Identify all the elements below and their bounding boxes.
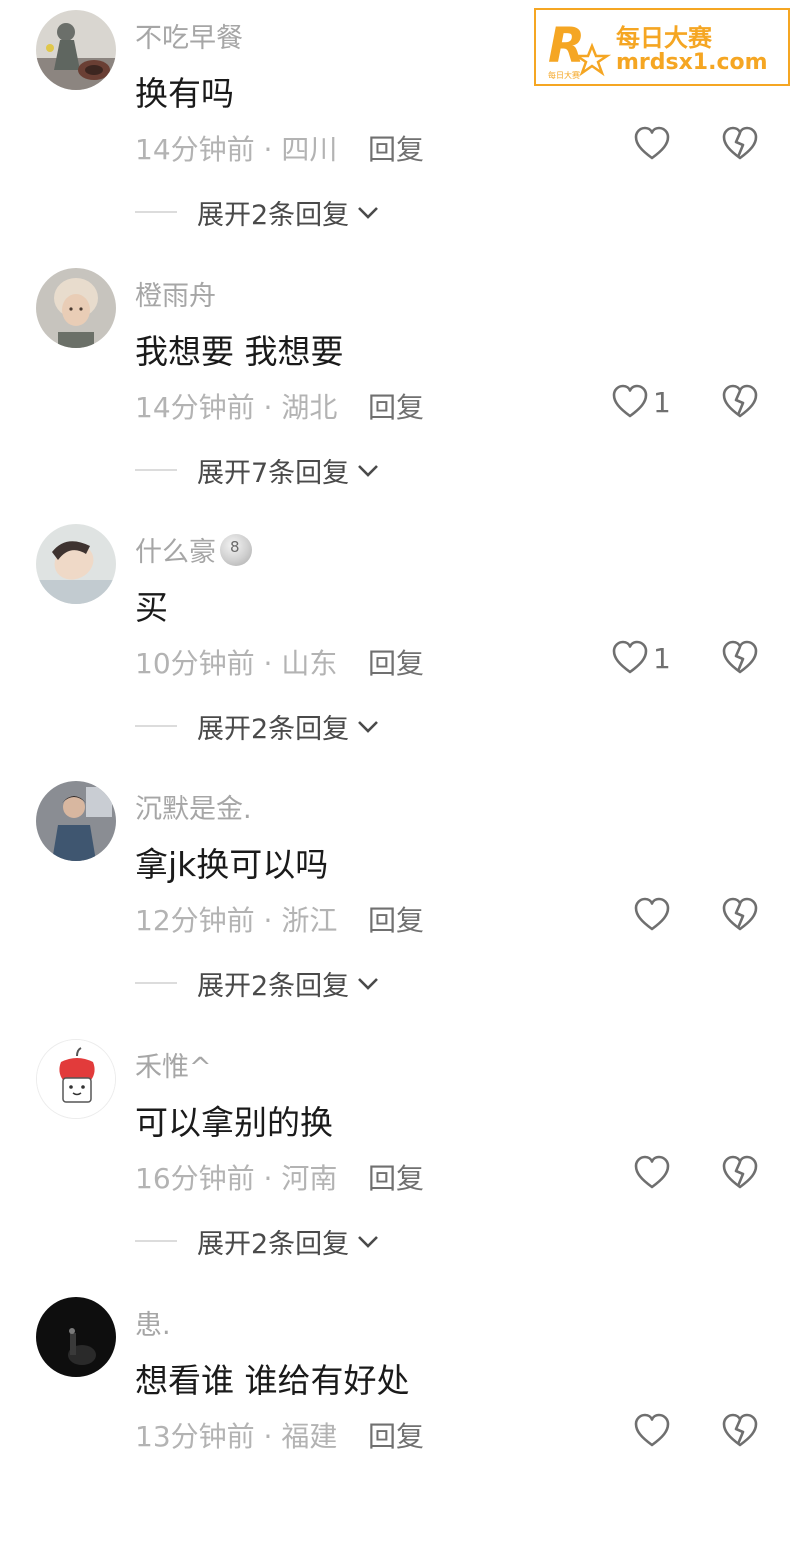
- chevron-down-icon: [358, 207, 379, 219]
- reply-button[interactable]: 回复: [368, 386, 424, 426]
- dislike-button[interactable]: [721, 125, 759, 167]
- cartoon-apple-icon: [37, 1040, 115, 1118]
- heart-icon: [612, 640, 648, 674]
- heart-icon: [634, 126, 670, 160]
- expand-replies-button[interactable]: 展开2条回复: [135, 1221, 381, 1261]
- username[interactable]: 什么豪: [135, 530, 252, 569]
- reply-button[interactable]: 回复: [368, 128, 424, 168]
- like-button[interactable]: [633, 1412, 675, 1450]
- dislike-button[interactable]: [721, 1412, 759, 1454]
- dislike-button[interactable]: [721, 383, 759, 425]
- like-count: 1: [653, 641, 671, 675]
- expand-replies-label: 展开2条回复: [197, 199, 350, 231]
- comment-meta: 12分钟前 · 浙江: [135, 904, 338, 937]
- username-text: 什么豪: [135, 537, 216, 568]
- like-button[interactable]: [633, 896, 675, 934]
- comment-item: 患. 想看谁 谁给有好处 13分钟前 · 福建 回复: [0, 1287, 800, 1545]
- comment-text: 换有吗: [135, 74, 234, 113]
- expand-replies-label: 展开7条回复: [197, 457, 350, 489]
- divider-line: [135, 469, 177, 471]
- divider-line: [135, 982, 177, 984]
- expand-replies-label: 展开2条回复: [197, 970, 350, 1002]
- expand-replies-label: 展开2条回复: [197, 713, 350, 745]
- comment-item: 不吃早餐 换有吗 14分钟前 · 四川 回复 展开2条回复: [0, 0, 800, 258]
- avatar[interactable]: [36, 1297, 116, 1377]
- comment-meta: 16分钟前 · 河南: [135, 1162, 338, 1195]
- comment-text: 想看谁 谁给有好处: [135, 1361, 410, 1400]
- 8-ball-icon: [220, 533, 252, 566]
- expand-replies-button[interactable]: 展开2条回复: [135, 963, 381, 1003]
- divider-line: [135, 725, 177, 727]
- username[interactable]: 禾惟^: [135, 1045, 212, 1084]
- like-button[interactable]: 1: [611, 639, 671, 677]
- broken-heart-icon: [722, 640, 758, 674]
- expand-replies-button[interactable]: 展开7条回复: [135, 450, 381, 490]
- dislike-button[interactable]: [721, 639, 759, 681]
- photo-person-icon: [36, 524, 116, 604]
- like-count: 1: [653, 385, 671, 419]
- reply-button[interactable]: 回复: [368, 1415, 424, 1455]
- chevron-down-icon: [358, 978, 379, 990]
- avatar[interactable]: [36, 268, 116, 348]
- reply-button[interactable]: 回复: [368, 642, 424, 682]
- comment-text: 可以拿别的换: [135, 1103, 333, 1142]
- like-button[interactable]: [633, 125, 675, 163]
- comment-item: 橙雨舟 我想要 我想要 14分钟前 · 湖北 回复 1 展开7条回复: [0, 258, 800, 516]
- heart-icon: [634, 1413, 670, 1447]
- comment-item: 禾惟^ 可以拿别的换 16分钟前 · 河南 回复 展开2条回复: [0, 1029, 800, 1287]
- chevron-down-icon: [358, 721, 379, 733]
- photo-figure-icon: [36, 10, 116, 90]
- broken-heart-icon: [722, 384, 758, 418]
- avatar[interactable]: [36, 781, 116, 861]
- heart-icon: [634, 1155, 670, 1189]
- username[interactable]: 患.: [135, 1303, 171, 1342]
- like-button[interactable]: 1: [611, 383, 671, 421]
- like-button[interactable]: [633, 1154, 675, 1192]
- avatar[interactable]: [36, 1039, 116, 1119]
- dislike-button[interactable]: [721, 1154, 759, 1196]
- comment-text: 我想要 我想要: [135, 332, 344, 371]
- heart-icon: [612, 384, 648, 418]
- username[interactable]: 不吃早餐: [135, 16, 243, 55]
- username[interactable]: 沉默是金.: [135, 787, 252, 826]
- comment-item: 沉默是金. 拿jk换可以吗 12分钟前 · 浙江 回复 展开2条回复: [0, 771, 800, 1029]
- reply-button[interactable]: 回复: [368, 899, 424, 939]
- comment-text: 买: [135, 588, 168, 627]
- comment-meta: 14分钟前 · 四川: [135, 133, 338, 166]
- dislike-button[interactable]: [721, 896, 759, 938]
- divider-line: [135, 211, 177, 213]
- broken-heart-icon: [722, 1413, 758, 1447]
- chevron-down-icon: [358, 465, 379, 477]
- comment-item: 什么豪 买 10分钟前 · 山东 回复 1 展开2条回复: [0, 514, 800, 772]
- avatar[interactable]: [36, 524, 116, 604]
- photo-person-icon: [36, 268, 116, 348]
- reply-button[interactable]: 回复: [368, 1157, 424, 1197]
- chevron-down-icon: [358, 1236, 379, 1248]
- comment-meta: 10分钟前 · 山东: [135, 647, 338, 680]
- avatar[interactable]: [36, 10, 116, 90]
- photo-dark-icon: [36, 1297, 116, 1377]
- heart-icon: [634, 897, 670, 931]
- photo-person-icon: [36, 781, 116, 861]
- expand-replies-label: 展开2条回复: [197, 1228, 350, 1260]
- broken-heart-icon: [722, 1155, 758, 1189]
- comment-meta: 14分钟前 · 湖北: [135, 391, 338, 424]
- divider-line: [135, 1240, 177, 1242]
- broken-heart-icon: [722, 126, 758, 160]
- comment-text: 拿jk换可以吗: [135, 845, 329, 884]
- broken-heart-icon: [722, 897, 758, 931]
- expand-replies-button[interactable]: 展开2条回复: [135, 192, 381, 232]
- expand-replies-button[interactable]: 展开2条回复: [135, 706, 381, 746]
- comment-meta: 13分钟前 · 福建: [135, 1420, 338, 1453]
- username[interactable]: 橙雨舟: [135, 274, 216, 313]
